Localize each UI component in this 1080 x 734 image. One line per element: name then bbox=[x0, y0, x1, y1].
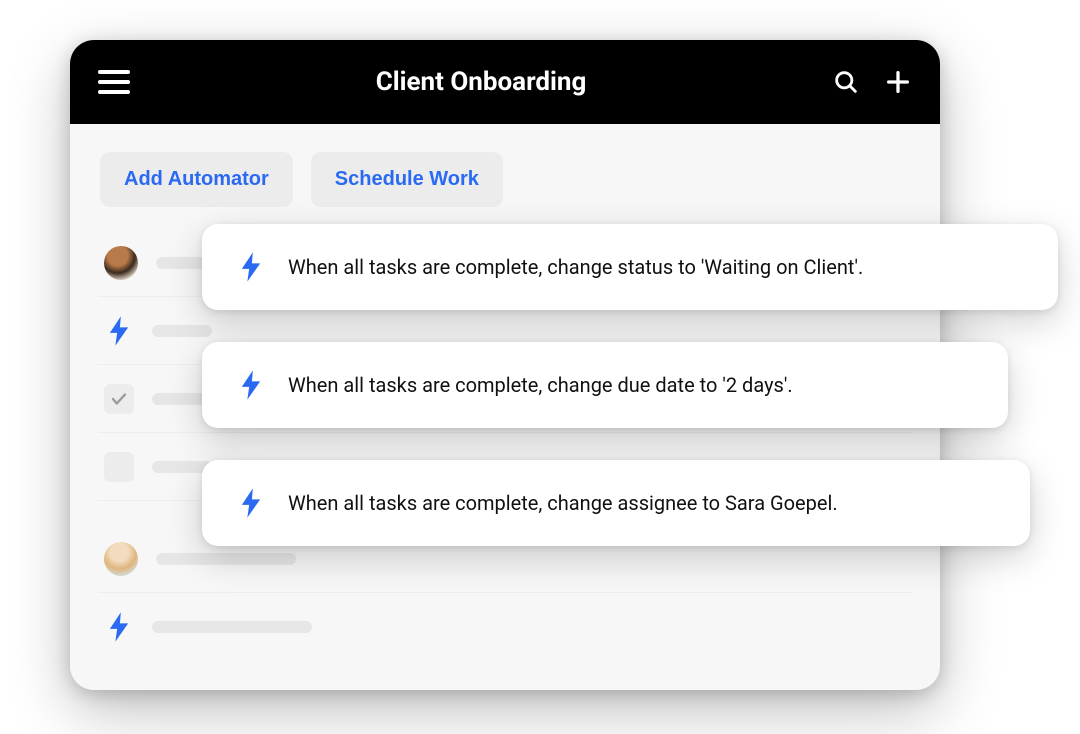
avatar bbox=[104, 542, 138, 576]
checkbox-checked[interactable] bbox=[104, 384, 134, 414]
add-automator-button[interactable]: Add Automator bbox=[100, 152, 293, 207]
bolt-icon bbox=[104, 316, 134, 346]
checkbox-unchecked[interactable] bbox=[104, 452, 134, 482]
hamburger-icon[interactable] bbox=[98, 70, 130, 94]
schedule-work-button[interactable]: Schedule Work bbox=[311, 152, 503, 207]
task-placeholder bbox=[152, 621, 312, 633]
bolt-icon bbox=[236, 252, 266, 282]
avatar bbox=[104, 246, 138, 280]
bolt-icon bbox=[104, 612, 134, 642]
automation-description: When all tasks are complete, change due … bbox=[288, 373, 793, 397]
app-header: Client Onboarding bbox=[70, 40, 940, 124]
bolt-icon bbox=[236, 488, 266, 518]
bolt-icon bbox=[236, 370, 266, 400]
automation-card[interactable]: When all tasks are complete, change due … bbox=[202, 342, 1008, 428]
task-placeholder bbox=[152, 325, 212, 337]
search-icon[interactable] bbox=[832, 68, 860, 96]
page-title: Client Onboarding bbox=[154, 67, 808, 97]
automation-card[interactable]: When all tasks are complete, change assi… bbox=[202, 460, 1030, 546]
task-row[interactable] bbox=[98, 593, 912, 661]
automation-card[interactable]: When all tasks are complete, change stat… bbox=[202, 224, 1058, 310]
automation-description: When all tasks are complete, change assi… bbox=[288, 491, 838, 515]
plus-icon[interactable] bbox=[884, 68, 912, 96]
toolbar: Add Automator Schedule Work bbox=[70, 124, 940, 229]
automation-description: When all tasks are complete, change stat… bbox=[288, 255, 863, 279]
task-placeholder bbox=[156, 553, 296, 565]
